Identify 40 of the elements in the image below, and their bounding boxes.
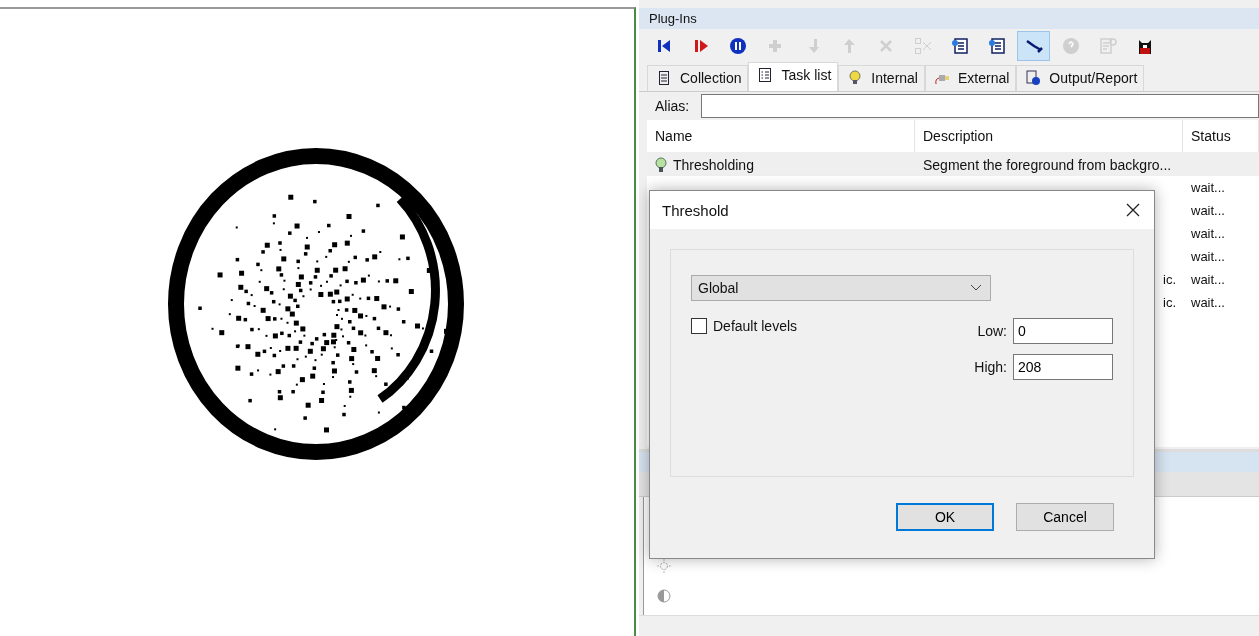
list-icon	[757, 67, 774, 83]
task-status: wait...	[1191, 203, 1225, 218]
low-field[interactable]: 0	[1013, 318, 1113, 344]
lightbulb-icon	[847, 70, 864, 86]
wrench-icon[interactable]	[1017, 31, 1050, 61]
checkbox[interactable]	[691, 318, 707, 334]
checkbox-label: Default levels	[713, 318, 798, 334]
tab[interactable]: Output/Report	[1016, 65, 1145, 91]
panel-title: Plug-Ins	[639, 8, 1259, 29]
task-status: wait...	[1191, 295, 1225, 310]
tab[interactable]: External	[925, 65, 1017, 91]
close-icon[interactable]	[1124, 201, 1142, 219]
high-field[interactable]: 208	[1013, 354, 1113, 380]
task-status: wait...	[1191, 272, 1225, 287]
cancel-button[interactable]: Cancel	[1016, 503, 1114, 531]
column-header[interactable]: Name	[647, 120, 915, 152]
task-status: wait...	[1191, 226, 1225, 241]
task-status: wait...	[1191, 249, 1225, 264]
list-icon	[656, 70, 672, 86]
high-label: High:	[974, 359, 1007, 375]
tab[interactable]: Task list	[748, 62, 839, 91]
dialog-title: Threshold	[662, 201, 729, 219]
task-status: wait...	[1191, 180, 1225, 195]
lightbulb-icon	[655, 156, 667, 173]
chevron-down-icon	[970, 284, 982, 292]
task-description: ic.	[1163, 295, 1176, 310]
alias-label: Alias:	[655, 98, 690, 114]
contrast-icon[interactable]	[657, 589, 671, 603]
task-name: Thresholding	[673, 156, 754, 173]
low-label: Low:	[977, 323, 1007, 339]
alias-field[interactable]	[701, 94, 1259, 118]
task-description: Segment the foreground from backgro...	[923, 156, 1172, 173]
mode-dropdown[interactable]: Global	[691, 275, 991, 301]
column-header[interactable]: Description	[915, 120, 1183, 152]
task-description: ic.	[1163, 272, 1176, 287]
ok-button[interactable]: OK	[896, 503, 994, 531]
tab[interactable]: Collection	[647, 65, 749, 91]
report-icon	[1025, 70, 1042, 86]
tab[interactable]: Internal	[838, 65, 925, 91]
column-header[interactable]: Status	[1183, 120, 1259, 152]
